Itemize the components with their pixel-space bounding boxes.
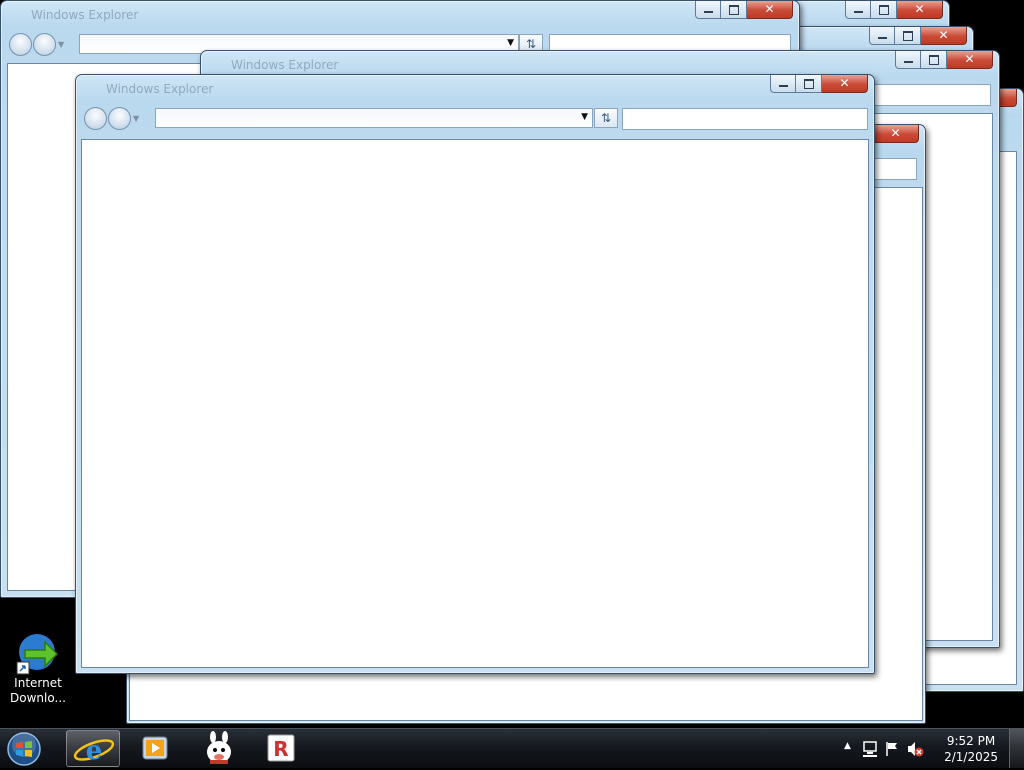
explorer-window-active[interactable]: Windows Explorer ▼ ▼ ⇅	[75, 74, 875, 674]
taskbar-media-player[interactable]	[130, 730, 180, 767]
address-bar[interactable]: ▼	[155, 108, 593, 128]
maximize-button[interactable]	[895, 27, 921, 45]
windows-start-orb-icon	[7, 732, 41, 766]
window-title: Windows Explorer	[31, 8, 139, 22]
llama-app-icon	[207, 731, 231, 764]
network-icon[interactable]	[862, 740, 878, 758]
taskbar: e R ▲ 9:52 PM 2/1/2025	[0, 728, 1024, 768]
address-dropdown-icon[interactable]: ▼	[507, 38, 514, 48]
recent-pages-dropdown[interactable]: ▼	[58, 40, 64, 49]
maximize-button[interactable]	[921, 51, 947, 69]
system-tray: ▲ 9:52 PM 2/1/2025	[834, 729, 1024, 769]
start-button[interactable]	[4, 731, 44, 767]
nav-buttons: ▼	[9, 33, 64, 56]
back-button[interactable]	[9, 33, 32, 56]
close-button[interactable]	[873, 125, 919, 143]
forward-button[interactable]	[108, 107, 131, 130]
maximize-button[interactable]	[721, 1, 747, 19]
back-button[interactable]	[84, 107, 107, 130]
close-button[interactable]	[947, 51, 993, 69]
window-content	[81, 139, 869, 668]
maximize-button[interactable]	[871, 1, 897, 19]
svg-text:e: e	[86, 736, 103, 766]
internet-download-manager-icon	[15, 630, 61, 676]
clock-time: 9:52 PM	[946, 734, 996, 748]
close-button[interactable]	[822, 75, 868, 93]
search-box[interactable]	[622, 108, 868, 130]
minimize-button[interactable]	[869, 27, 895, 45]
svg-text:R: R	[273, 737, 288, 761]
window-controls	[869, 27, 967, 46]
roblox-icon: R	[267, 734, 295, 762]
taskbar-roblox[interactable]: R	[256, 730, 306, 767]
action-center-flag-icon[interactable]	[884, 740, 900, 758]
window-controls	[770, 75, 868, 94]
window-title: Windows Explorer	[106, 82, 214, 96]
internet-explorer-icon: e	[73, 736, 115, 766]
window-controls	[845, 1, 943, 20]
desktop-icon-label: Internet Downlo...	[10, 676, 66, 705]
window-title: Windows Explorer	[231, 58, 339, 72]
nav-buttons: ▼	[84, 107, 139, 130]
show-desktop-button[interactable]	[1009, 729, 1024, 768]
window-controls	[895, 51, 993, 70]
clock-date: 2/1/2025	[944, 750, 998, 764]
desktop-icon-internet-download-manager[interactable]: Internet Downlo...	[6, 630, 70, 706]
media-player-icon	[142, 736, 168, 760]
close-button[interactable]	[921, 27, 967, 45]
minimize-button[interactable]	[895, 51, 921, 69]
window-controls	[695, 1, 793, 20]
clock[interactable]: 9:52 PM 2/1/2025	[944, 733, 998, 765]
taskbar-internet-explorer[interactable]: e	[66, 730, 120, 767]
refresh-button[interactable]: ⇅	[594, 108, 618, 128]
minimize-button[interactable]	[695, 1, 721, 19]
show-hidden-icons-button[interactable]: ▲	[844, 741, 851, 751]
forward-button[interactable]	[33, 33, 56, 56]
taskbar-llama-app[interactable]	[192, 730, 246, 767]
minimize-button[interactable]	[845, 1, 871, 19]
close-button[interactable]	[897, 1, 943, 19]
maximize-button[interactable]	[796, 75, 822, 93]
volume-muted-icon[interactable]	[906, 740, 924, 758]
close-button[interactable]	[747, 1, 793, 19]
address-dropdown-icon[interactable]: ▼	[581, 112, 588, 122]
minimize-button[interactable]	[770, 75, 796, 93]
recent-pages-dropdown[interactable]: ▼	[133, 114, 139, 123]
desktop: Windows Explorer ▼ ▼ ⇅ Windows Explorer …	[0, 0, 1024, 728]
